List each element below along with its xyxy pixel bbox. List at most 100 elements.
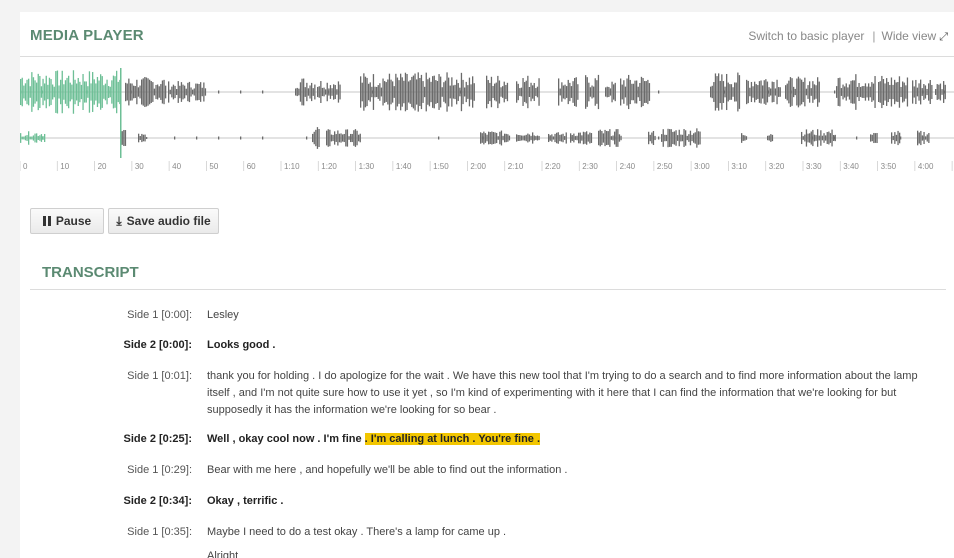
- waveform-bar: [345, 129, 347, 147]
- waveform-bar: [47, 84, 49, 100]
- waveform-bar: [446, 72, 448, 112]
- waveform-bar: [628, 74, 630, 110]
- waveform-bar: [604, 129, 606, 147]
- waveform-bar: [804, 134, 806, 142]
- waveform-bar: [620, 135, 622, 141]
- waveform-bar: [887, 81, 889, 103]
- waveform-bar: [380, 87, 383, 97]
- waveform-bar: [591, 85, 593, 99]
- playhead-cursor[interactable]: [120, 68, 122, 158]
- waveform-bar: [395, 73, 397, 111]
- waveform-bar: [240, 136, 242, 140]
- waveform-bar: [675, 130, 677, 146]
- waveform-bar: [393, 86, 395, 98]
- waveform-bar: [691, 134, 693, 142]
- waveform-bar: [640, 76, 643, 108]
- waveform-bar: [905, 85, 907, 99]
- waveform-bar: [23, 136, 25, 140]
- waveform-bar: [149, 79, 151, 105]
- wide-view-link[interactable]: Wide view: [882, 29, 937, 43]
- waveform-bar: [856, 136, 858, 140]
- waveform-bar: [648, 131, 650, 145]
- waveform-bar: [295, 88, 297, 96]
- waveform-bar: [853, 80, 855, 104]
- waveform-bar: [353, 130, 355, 146]
- waveform-bar: [332, 134, 334, 142]
- waveform-bar: [926, 134, 928, 142]
- waveform-bar: [527, 133, 529, 143]
- timeline-tick-label: 3:00: [694, 162, 710, 171]
- waveform-bar: [584, 132, 586, 144]
- waveform-bar: [918, 83, 920, 101]
- waveform-bar: [433, 75, 435, 109]
- waveform-bar: [613, 84, 615, 100]
- waveform-bar: [44, 133, 46, 143]
- waveform-bar: [754, 81, 756, 103]
- waveform-bar: [799, 78, 801, 106]
- waveform-bar: [152, 82, 154, 102]
- waveform-bar: [338, 133, 341, 143]
- waveform-bar: [873, 132, 875, 144]
- waveform-bar: [376, 86, 378, 98]
- waveform-bar: [786, 83, 788, 101]
- waveform-bar: [204, 88, 207, 96]
- waveform-bar: [726, 73, 728, 111]
- waveform-bar: [443, 82, 445, 102]
- waveform-bar: [64, 80, 67, 104]
- timeline-tick-label: 3:30: [806, 162, 822, 171]
- waveform-bar: [516, 134, 518, 142]
- waveform-bar: [505, 133, 507, 143]
- waveform-bar: [606, 130, 608, 146]
- waveform-bar: [825, 135, 827, 141]
- waveform-bar: [452, 85, 455, 99]
- waveform-bar: [506, 82, 509, 102]
- waveform-bar: [503, 81, 505, 103]
- waveform-bar: [891, 132, 893, 144]
- waveform-bar: [574, 136, 577, 140]
- waveform-bar: [321, 87, 324, 97]
- waveform-bar: [312, 133, 314, 143]
- waveform-bar: [326, 130, 328, 146]
- waveform-bar: [196, 136, 198, 140]
- waveform-bar: [530, 135, 532, 141]
- waveform-bar: [108, 90, 110, 94]
- waveform-bar: [425, 72, 427, 112]
- waveform-bar: [496, 132, 498, 144]
- waveform-bar: [837, 78, 839, 106]
- waveform-bar: [465, 81, 467, 103]
- waveform-bar: [374, 86, 376, 98]
- waveform-bar: [607, 131, 609, 145]
- waveform-bar: [462, 79, 464, 105]
- waveform-bar: [301, 78, 303, 106]
- waveform-bar: [88, 71, 91, 113]
- waveform-bar: [599, 129, 601, 147]
- waveform-bar: [685, 130, 687, 146]
- timeline-ruler[interactable]: 0 10 20 30 40 50 60 1:10 1:20 1:30 1:40 1:50 2:00 2:1…: [20, 158, 954, 174]
- utterance-text: Bear with me here , and hopefully we'll …: [207, 464, 568, 476]
- waveform-bar: [570, 136, 572, 140]
- waveform-bar: [262, 90, 264, 94]
- waveform-bar: [364, 76, 367, 108]
- waveform-bar: [557, 132, 559, 144]
- save-audio-button[interactable]: ⤓ Save audio file: [108, 208, 219, 234]
- waveform-bar: [520, 87, 523, 97]
- waveform-bar: [810, 131, 812, 145]
- waveform-bar: [498, 80, 501, 104]
- waveform-bar: [385, 82, 387, 102]
- waveform-bar: [527, 75, 529, 109]
- waveform-bar: [346, 129, 349, 147]
- waveform-bar: [377, 85, 379, 99]
- waveform-bar: [652, 130, 655, 146]
- waveform-bar: [109, 86, 111, 98]
- waveform-bar: [596, 80, 598, 104]
- waveform-bar: [614, 82, 616, 102]
- waveform-bar: [863, 86, 865, 98]
- switch-basic-player-link[interactable]: Switch to basic player: [748, 29, 864, 43]
- pause-button[interactable]: Pause: [30, 208, 104, 234]
- waveform-bar: [382, 78, 384, 106]
- waveform-bar: [21, 77, 23, 107]
- waveform[interactable]: [20, 60, 954, 160]
- expand-icon[interactable]: ⤢: [939, 31, 948, 43]
- waveform-bar: [923, 131, 925, 145]
- waveform-bar: [492, 85, 494, 99]
